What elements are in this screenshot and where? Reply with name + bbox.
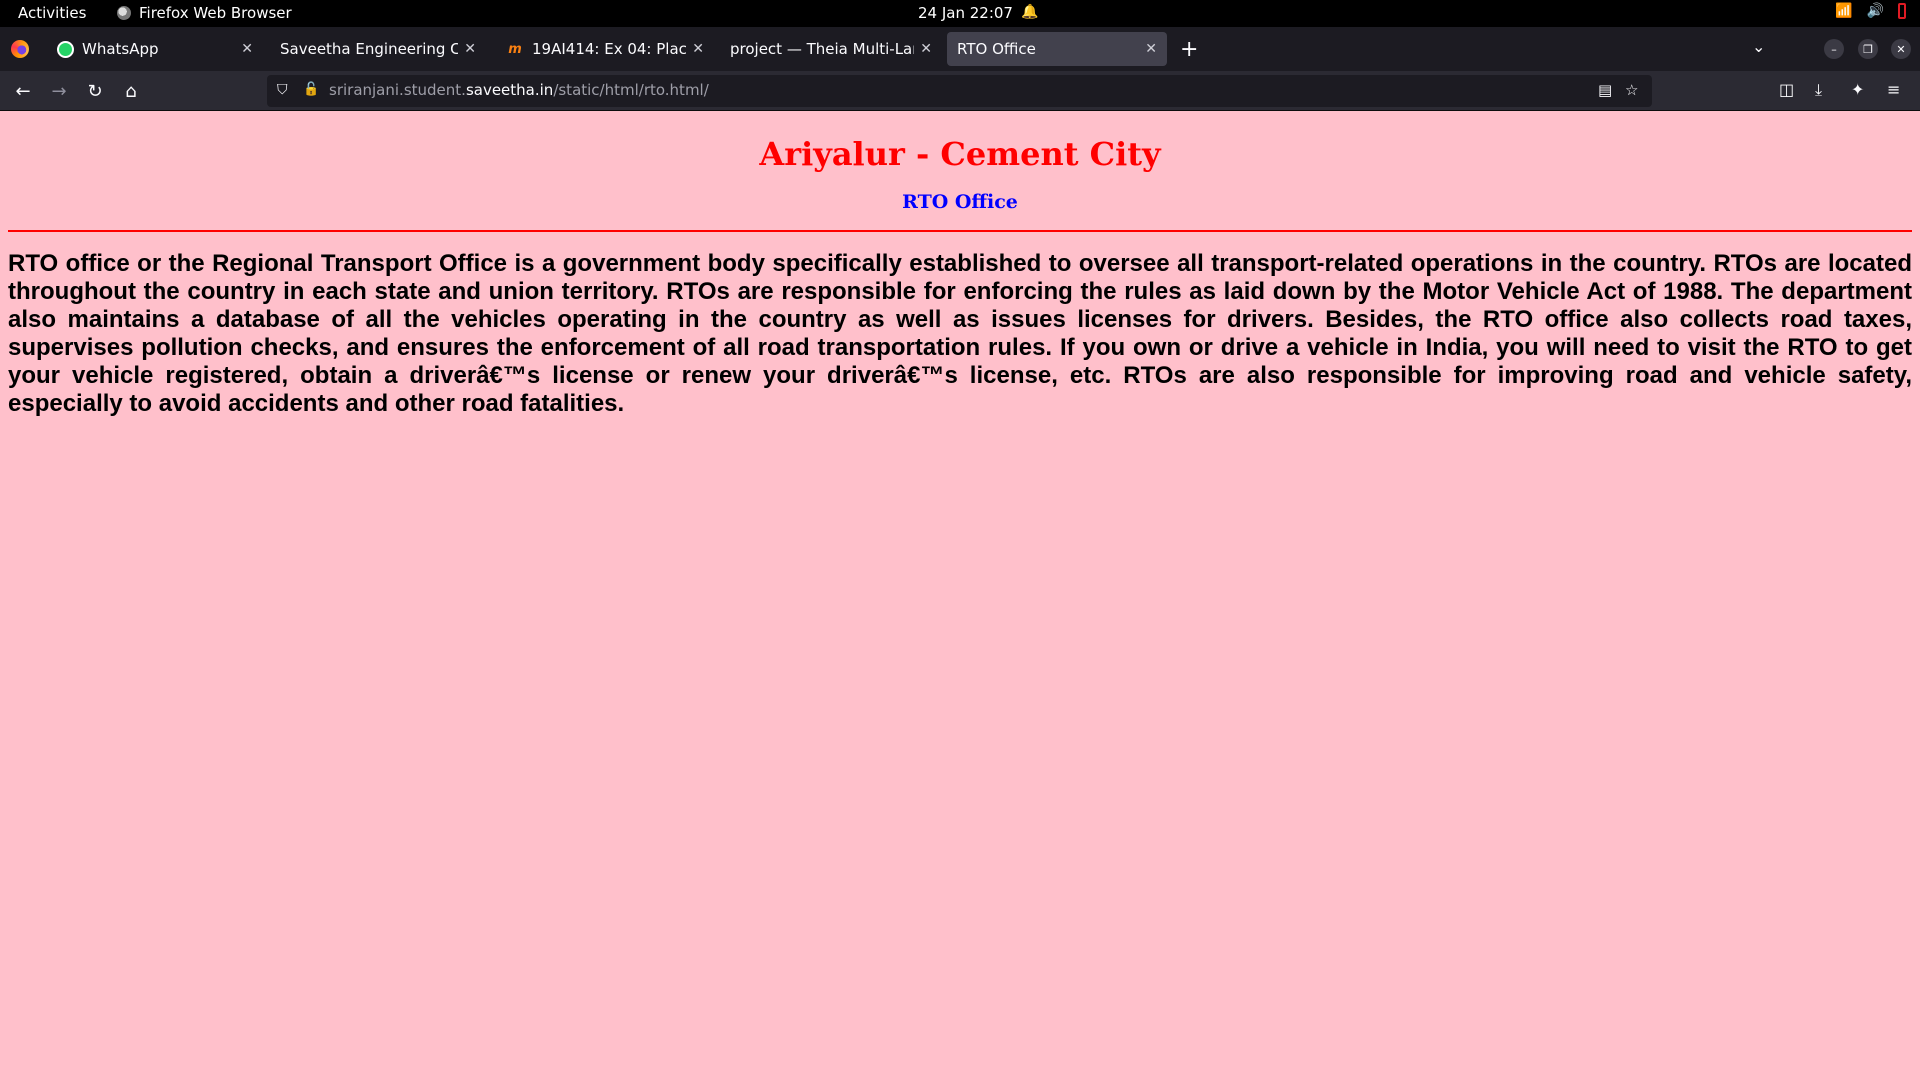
tab-close-icon[interactable]: ✕: [692, 41, 704, 57]
tab-title: 19AI414: Ex 04: Places Around Me: [532, 40, 687, 58]
tab-close-icon[interactable]: ✕: [241, 41, 253, 57]
system-tray[interactable]: 📶 🔊: [1835, 3, 1906, 19]
web-page-content: Ariyalur - Cement City RTO Office RTO of…: [0, 111, 1920, 1080]
new-tab-button[interactable]: +: [1180, 37, 1198, 62]
forward-arrow-icon[interactable]: →: [47, 79, 71, 103]
url-prefix: sriranjani.student.: [329, 81, 466, 99]
reload-icon[interactable]: ↻: [83, 79, 107, 103]
bookmark-star-icon[interactable]: ☆: [1625, 81, 1638, 99]
tab-close-icon[interactable]: ✕: [464, 41, 476, 57]
reader-view-icon[interactable]: ▤: [1598, 81, 1612, 99]
tab-theia-project[interactable]: project — Theia Multi-Language ✕: [720, 32, 942, 66]
url-text[interactable]: sriranjani.student.saveetha.in/static/ht…: [329, 81, 709, 99]
firefox-mini-icon: [117, 6, 131, 20]
tracking-protection-shield-icon[interactable]: ⛉: [277, 82, 288, 98]
tab-close-icon[interactable]: ✕: [1145, 41, 1157, 57]
volume-icon: 🔊: [1866, 3, 1884, 19]
tab-title: RTO Office: [957, 40, 1036, 58]
notification-bell-icon[interactable]: 🔔: [1021, 4, 1038, 20]
tab-places-around-me[interactable]: m 19AI414: Ex 04: Places Around Me ✕: [496, 32, 714, 66]
restore-window-button[interactable]: ❐: [1858, 39, 1878, 59]
close-window-button[interactable]: ✕: [1891, 39, 1911, 59]
downloads-icon[interactable]: ⤓: [1815, 80, 1822, 100]
tab-close-icon[interactable]: ✕: [920, 41, 932, 57]
navigation-toolbar: ← → ↻ ⌂ ⛉ 🔓 sriranjani.student.saveetha.…: [0, 71, 1920, 111]
activities-button[interactable]: Activities: [18, 4, 86, 22]
minimize-window-button[interactable]: –: [1824, 39, 1844, 59]
tab-strip: WhatsApp ✕ Saveetha Engineering College …: [0, 27, 1920, 71]
app-name: Firefox Web Browser: [139, 4, 292, 22]
whatsapp-icon: [56, 40, 74, 58]
url-path: /static/html/rto.html/: [553, 81, 709, 99]
extensions-icon[interactable]: ✦: [1851, 80, 1864, 99]
tab-title: WhatsApp: [82, 40, 159, 58]
app-menu[interactable]: Firefox Web Browser: [117, 4, 292, 22]
body-paragraph: RTO office or the Regional Transport Off…: [8, 250, 1912, 417]
back-arrow-icon[interactable]: ←: [11, 79, 35, 103]
tab-title: project — Theia Multi-Language: [730, 40, 914, 58]
insecure-lock-icon[interactable]: 🔓: [303, 82, 319, 97]
pocket-icon[interactable]: ◫: [1779, 80, 1794, 99]
tab-rto-office[interactable]: RTO Office ✕: [947, 32, 1167, 66]
list-all-tabs-chevron-down-icon[interactable]: ⌄: [1752, 37, 1765, 56]
home-icon[interactable]: ⌂: [119, 79, 143, 103]
system-top-bar: Activities Firefox Web Browser 24 Jan 22…: [0, 0, 1920, 27]
page-title: Ariyalur - Cement City: [759, 135, 1161, 173]
hamburger-menu-icon[interactable]: ≡: [1887, 80, 1900, 99]
tab-title: Saveetha Engineering College: [280, 40, 459, 58]
clock[interactable]: 24 Jan 22:07: [918, 4, 1013, 22]
firefox-view-icon[interactable]: [11, 40, 29, 58]
divider-line: [8, 230, 1912, 232]
page-subtitle: RTO Office: [902, 191, 1018, 213]
url-host: saveetha.in: [465, 81, 554, 99]
tab-whatsapp[interactable]: WhatsApp ✕: [46, 32, 263, 66]
battery-icon: [1898, 3, 1906, 19]
wifi-icon: 📶: [1835, 3, 1853, 19]
address-bar[interactable]: ⛉ 🔓 sriranjani.student.saveetha.in/stati…: [267, 75, 1652, 107]
tab-saveetha[interactable]: Saveetha Engineering College ✕: [270, 32, 486, 66]
moodle-icon: m: [508, 41, 522, 57]
